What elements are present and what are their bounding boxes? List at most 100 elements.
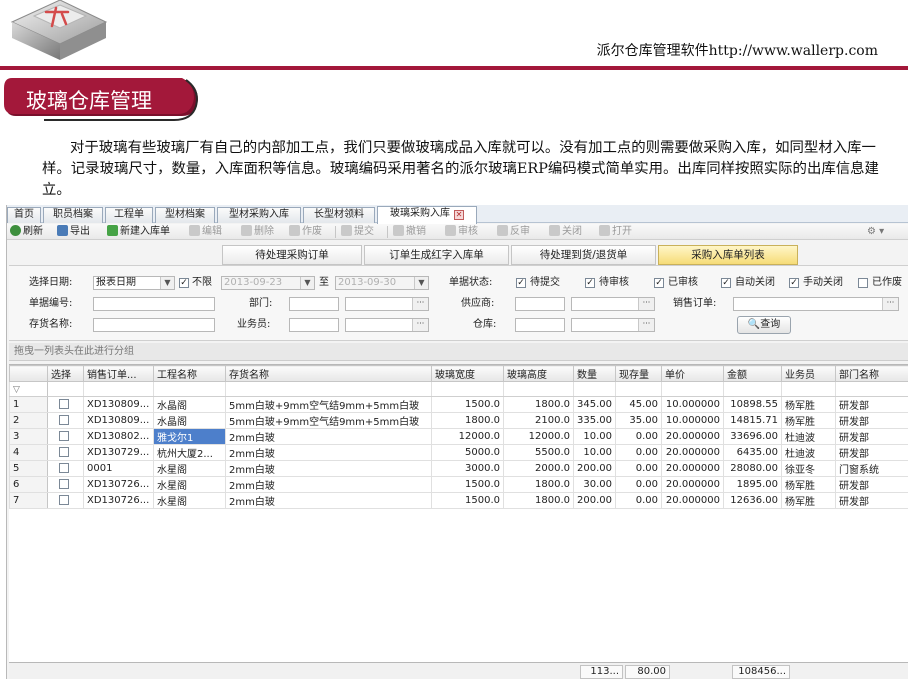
cell-clerk[interactable]: 杜迪波 — [781, 444, 836, 461]
filter-cell[interactable] — [723, 381, 782, 397]
column-header[interactable]: 玻璃高度 — [503, 365, 574, 382]
doc-no-input[interactable] — [93, 297, 215, 311]
cell-item[interactable]: 2mm白玻 — [225, 444, 432, 461]
cell-height[interactable]: 1800.0 — [503, 492, 574, 509]
cell-amount[interactable]: 12636.00 — [723, 492, 782, 509]
table-row[interactable]: 2 XD130809... 水晶阁 5mm白玻+9mm空气结9mm+5mm白玻 1800… — [9, 412, 908, 429]
cell-qty[interactable]: 30.00 — [573, 476, 616, 493]
supplier-code-input[interactable] — [515, 297, 565, 311]
cell-clerk[interactable]: 杜迪波 — [781, 428, 836, 445]
filter-cell[interactable] — [47, 381, 84, 397]
cell-stock[interactable]: 0.00 — [615, 460, 662, 477]
unapprove-button[interactable]: 反审 — [497, 225, 530, 239]
cell-project[interactable]: 雅戈尔1 — [153, 428, 226, 445]
cell-clerk[interactable]: 徐亚冬 — [781, 460, 836, 477]
withdraw-button[interactable]: 撤销 — [393, 225, 426, 239]
row-select-checkbox[interactable] — [59, 447, 69, 457]
cell-qty[interactable]: 335.00 — [573, 412, 616, 429]
unlimited-checkbox[interactable]: ✓ — [179, 278, 189, 288]
refresh-button[interactable]: 刷新 — [10, 225, 43, 239]
cell-project[interactable]: 水星阁 — [153, 476, 226, 493]
status-checkbox-approved[interactable]: ✓ — [654, 278, 664, 288]
column-header[interactable]: 金额 — [723, 365, 782, 382]
tab-long-profile-issue[interactable]: 长型材领料 — [303, 207, 375, 223]
table-row[interactable]: 1 XD130809... 水晶阁 5mm白玻+9mm空气结9mm+5mm白玻 1500… — [9, 396, 908, 413]
cell-clerk[interactable]: 杨军胜 — [781, 396, 836, 413]
browse-icon[interactable]: ··· — [882, 298, 898, 310]
tab-project-orders[interactable]: 工程单 — [105, 207, 153, 223]
cell-dept[interactable]: 研发部 — [835, 396, 908, 413]
column-header[interactable]: 部门名称 — [835, 365, 908, 382]
date-type-select[interactable]: 报表日期 ▼ — [93, 276, 175, 290]
date-from-input[interactable]: 2013-09-23 ▼ — [221, 276, 315, 290]
export-button[interactable]: 导出 — [57, 225, 90, 239]
toolbar-options-button[interactable]: ⚙ ▾ — [867, 225, 884, 239]
tab-glass-purchase-receipt[interactable]: 玻璃采购入库 ✕ — [377, 206, 477, 224]
cell-clerk[interactable]: 杨军胜 — [781, 492, 836, 509]
cell-item[interactable]: 5mm白玻+9mm空气结9mm+5mm白玻 — [225, 412, 432, 429]
cell-height[interactable]: 2100.0 — [503, 412, 574, 429]
table-row[interactable]: 3 XD130802... 雅戈尔1 2mm白玻 12000.0 12000.0 10.00… — [9, 428, 908, 445]
status-checkbox-voided[interactable] — [858, 278, 868, 288]
cell-price[interactable]: 20.000000 — [661, 492, 724, 509]
browse-icon[interactable]: ··· — [412, 298, 428, 310]
sales-order-input[interactable]: ··· — [733, 297, 899, 311]
column-header[interactable]: 单价 — [661, 365, 724, 382]
cell-project[interactable]: 水晶阁 — [153, 396, 226, 413]
tab-staff-records[interactable]: 职员档案 — [43, 207, 103, 223]
cell-clerk[interactable]: 杨军胜 — [781, 476, 836, 493]
cell-height[interactable]: 1800.0 — [503, 396, 574, 413]
row-select-checkbox[interactable] — [59, 415, 69, 425]
dept-name-input[interactable]: ··· — [345, 297, 429, 311]
cell-dept[interactable]: 研发部 — [835, 412, 908, 429]
cell-dept[interactable]: 研发部 — [835, 476, 908, 493]
filter-cell[interactable] — [83, 381, 154, 397]
table-row[interactable]: 5 0001 水星阁 2mm白玻 3000.0 2000.0 200.00 0.00 20.00… — [9, 460, 908, 477]
cell-amount[interactable]: 33696.00 — [723, 428, 782, 445]
tab-receipt-list[interactable]: 采购入库单列表 — [658, 245, 798, 265]
cell-amount[interactable]: 6435.00 — [723, 444, 782, 461]
table-row[interactable]: 7 XD130726... 水星阁 2mm白玻 1500.0 1800.0 200.00 0.… — [9, 492, 908, 509]
browse-icon[interactable]: ··· — [412, 319, 428, 331]
status-checkbox-pending-submit[interactable]: ✓ — [516, 278, 526, 288]
cell-project[interactable]: 水星阁 — [153, 460, 226, 477]
cell-width[interactable]: 1500.0 — [431, 476, 504, 493]
cell-height[interactable]: 12000.0 — [503, 428, 574, 445]
filter-cell[interactable] — [615, 381, 662, 397]
cell-amount[interactable]: 10898.55 — [723, 396, 782, 413]
status-checkbox-pending-approval[interactable]: ✓ — [585, 278, 595, 288]
tab-pending-arrival-return[interactable]: 待处理到货/退货单 — [511, 245, 656, 265]
new-receipt-button[interactable]: 新建入库单 — [107, 225, 170, 239]
row-select-checkbox[interactable] — [59, 399, 69, 409]
cell-order[interactable]: 0001 — [83, 460, 154, 477]
tab-pending-purchase-orders[interactable]: 待处理采购订单 — [222, 245, 362, 265]
filter-cell[interactable] — [573, 381, 616, 397]
close-button[interactable]: 关闭 — [549, 225, 582, 239]
cell-qty[interactable]: 200.00 — [573, 460, 616, 477]
cell-order[interactable]: XD130726... — [83, 476, 154, 493]
column-header[interactable]: 业务员 — [781, 365, 836, 382]
cell-stock[interactable]: 0.00 — [615, 428, 662, 445]
edit-button[interactable]: 编辑 — [189, 225, 222, 239]
warehouse-code-input[interactable] — [515, 318, 565, 332]
column-header[interactable]: 销售订单... — [83, 365, 154, 382]
cell-order[interactable]: XD130809... — [83, 412, 154, 429]
cell-order[interactable]: XD130726... — [83, 492, 154, 509]
filter-cell[interactable] — [661, 381, 724, 397]
tab-red-receipt-from-orders[interactable]: 订单生成红字入库单 — [364, 245, 509, 265]
close-icon[interactable]: ✕ — [454, 210, 464, 220]
filter-cell[interactable] — [503, 381, 574, 397]
cell-qty[interactable]: 10.00 — [573, 444, 616, 461]
cell-height[interactable]: 5500.0 — [503, 444, 574, 461]
cell-order[interactable]: XD130809... — [83, 396, 154, 413]
cell-amount[interactable]: 28080.00 — [723, 460, 782, 477]
cell-price[interactable]: 20.000000 — [661, 444, 724, 461]
cell-qty[interactable]: 10.00 — [573, 428, 616, 445]
cell-price[interactable]: 20.000000 — [661, 460, 724, 477]
cell-amount[interactable]: 1895.00 — [723, 476, 782, 493]
cell-price[interactable]: 10.000000 — [661, 412, 724, 429]
filter-cell[interactable] — [153, 381, 226, 397]
row-select-checkbox[interactable] — [59, 431, 69, 441]
row-select-checkbox[interactable] — [59, 495, 69, 505]
cell-order[interactable]: XD130729... — [83, 444, 154, 461]
